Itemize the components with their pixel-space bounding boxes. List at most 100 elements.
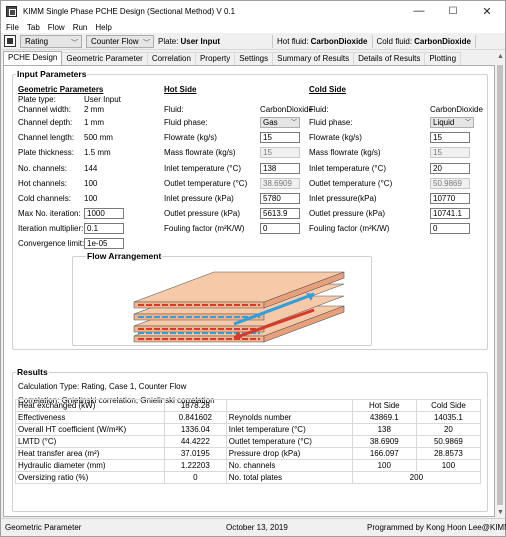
tab-details-of-results[interactable]: Details of Results — [353, 52, 426, 65]
app-icon — [6, 5, 17, 17]
chevron-down-icon: ﹀ — [290, 120, 297, 126]
cold-side-header: Cold Side — [415, 399, 482, 412]
status-left: Geometric Parameter — [5, 523, 82, 532]
cold-channels-label: Cold channels: — [18, 194, 71, 203]
hot-fouling-input[interactable]: 0 — [260, 223, 300, 234]
hot-channels-value: 100 — [84, 179, 98, 188]
max-iteration-label: Max No. iteration: — [18, 209, 81, 218]
hot-phase-dropdown[interactable]: Gas ﹀ — [260, 117, 300, 128]
scroll-up-icon[interactable]: ▲ — [497, 53, 504, 60]
hot-mass-flowrate-label: Mass flowrate (kg/s) — [164, 148, 236, 157]
tab-correlation[interactable]: Correlation — [146, 52, 196, 65]
result-value: 0 — [163, 471, 227, 484]
menu-file[interactable]: File — [6, 23, 19, 32]
hot-side-value: 166.097 — [351, 447, 417, 460]
hot-side-value: 100 — [351, 459, 417, 472]
result-label: Oversizing ratio (%) — [15, 471, 165, 484]
toolbar: Rating ﹀ Counter Flow ﹀ Plate: User Input … — [1, 33, 505, 50]
cold-mass-flowrate-field: 15 — [430, 147, 470, 158]
chevron-down-icon: ﹀ — [143, 39, 150, 47]
flow-dropdown[interactable]: Counter Flow ﹀ — [86, 34, 154, 48]
hot-fouling-label: Fouling factor (m²K/W) — [164, 224, 245, 233]
table-row: Heat exchanged (kW) 1878.28 Hot Side Col… — [15, 399, 482, 412]
cold-side-value: 50.9869 — [415, 435, 482, 448]
cold-outlet-pressure-label: Outlet pressure (kPa) — [309, 209, 386, 218]
cold-inlet-temp-label: Inlet temperature (°C) — [309, 164, 387, 173]
app-window: KIMM Single Phase PCHE Design (Sectional… — [0, 0, 506, 537]
maximize-button[interactable]: ☐ — [436, 1, 470, 21]
hot-fluid-label: Hot fluid: — [277, 36, 309, 46]
table-row: Overall HT coefficient (W/m²K) 1336.04 I… — [15, 423, 482, 436]
hot-inlet-temp-input[interactable]: 138 — [260, 163, 300, 174]
cold-fluid-label: Cold fluid: — [376, 36, 413, 46]
hot-flowrate-input[interactable]: 15 — [260, 132, 300, 143]
no-channels-value: 144 — [84, 164, 98, 173]
vertical-scrollbar[interactable]: ▲ ▼ — [495, 52, 505, 517]
result-value: 1.22203 — [163, 459, 227, 472]
no-channels-label: No. channels: — [18, 164, 67, 173]
max-iteration-input[interactable]: 1000 — [84, 208, 124, 219]
hot-side-value: 38.6909 — [351, 435, 417, 448]
cold-fouling-label: Fouling factor (m²K/W) — [309, 224, 390, 233]
result-label: Heat exchanged (kW) — [15, 399, 165, 412]
cold-fluid-value: CarbonDioxide — [430, 105, 483, 114]
cold-phase-value: Liquid — [433, 118, 455, 127]
toolbar-separator — [371, 34, 373, 48]
iteration-multiplier-label: Iteration multiplier: — [18, 224, 84, 233]
result-label: Effectiveness — [15, 411, 165, 424]
result-value: 0.841602 — [163, 411, 227, 424]
cold-fouling-input[interactable]: 0 — [430, 223, 470, 234]
channel-length-label: Channel length: — [18, 133, 75, 142]
result-label: Hydraulic diameter (mm) — [15, 459, 165, 472]
mode-dropdown[interactable]: Rating ﹀ — [20, 34, 82, 48]
result-value: 1878.28 — [163, 399, 227, 412]
channel-depth-value: 1 mm — [84, 118, 104, 127]
cold-side-value: 28.8573 — [415, 447, 482, 460]
cold-side-value: 100 — [415, 459, 482, 472]
menu-help[interactable]: Help — [95, 23, 111, 32]
tab-property[interactable]: Property — [194, 52, 236, 65]
cold-fluid-value: CarbonDioxide — [414, 36, 471, 46]
tab-plotting[interactable]: Plotting — [424, 52, 462, 65]
channel-length-value: 500 mm — [84, 133, 113, 142]
cold-phase-dropdown[interactable]: Liquid ﹀ — [430, 117, 474, 128]
cold-inlet-pressure-label: Inlet pressure(kPa) — [309, 194, 377, 203]
convergence-limit-input[interactable]: 1e-05 — [84, 238, 124, 249]
tab-pche-design[interactable]: PCHE Design — [3, 51, 63, 65]
cold-flowrate-input[interactable]: 15 — [430, 132, 470, 143]
menu-flow[interactable]: Flow — [48, 23, 65, 32]
chevron-down-icon: ﹀ — [71, 39, 78, 47]
menu-tab[interactable]: Tab — [27, 23, 40, 32]
cold-inlet-temp-input[interactable]: 20 — [430, 163, 470, 174]
calculator-icon[interactable] — [4, 35, 16, 47]
iteration-multiplier-input[interactable]: 0.1 — [84, 223, 124, 234]
cold-outlet-temp-field: 50.9869 — [430, 178, 470, 189]
plate-type-label: Plate type: — [18, 95, 56, 104]
menu-run[interactable]: Run — [73, 23, 88, 32]
hot-fluid-label: Fluid: — [164, 105, 184, 114]
plate-thickness-label: Plate thickness: — [18, 148, 75, 157]
scroll-thumb[interactable] — [497, 65, 503, 505]
tab-geometric-parameter[interactable]: Geometric Parameter — [61, 52, 148, 65]
total-plates-value: 200 — [351, 471, 482, 484]
pche-diagram — [133, 271, 345, 343]
hot-phase-value: Gas — [263, 118, 278, 127]
hot-mass-flowrate-field: 15 — [260, 147, 300, 158]
toolbar-separator — [475, 34, 476, 48]
hot-inlet-pressure-input[interactable]: 5780 — [260, 193, 300, 204]
tab-summary-of-results[interactable]: Summary of Results — [272, 52, 355, 65]
tab-settings[interactable]: Settings — [234, 52, 274, 65]
status-bar: Geometric Parameter October 13, 2019 Pro… — [1, 518, 506, 536]
channel-depth-label: Channel depth: — [18, 118, 73, 127]
window-title: KIMM Single Phase PCHE Design (Sectional… — [23, 6, 236, 16]
property-label — [225, 399, 353, 412]
cold-side-value: 20 — [415, 423, 482, 436]
cold-outlet-pressure-field: 10741.1 — [430, 208, 470, 219]
close-button[interactable]: ✕ — [470, 1, 504, 21]
property-label: Outlet temperature (°C) — [225, 435, 353, 448]
scroll-down-icon[interactable]: ▼ — [497, 509, 504, 516]
table-row: Oversizing ratio (%) 0 No. total plates … — [15, 471, 482, 484]
property-label: Reynolds number — [225, 411, 353, 424]
minimize-button[interactable]: — — [402, 1, 436, 21]
cold-inlet-pressure-input[interactable]: 10770 — [430, 193, 470, 204]
